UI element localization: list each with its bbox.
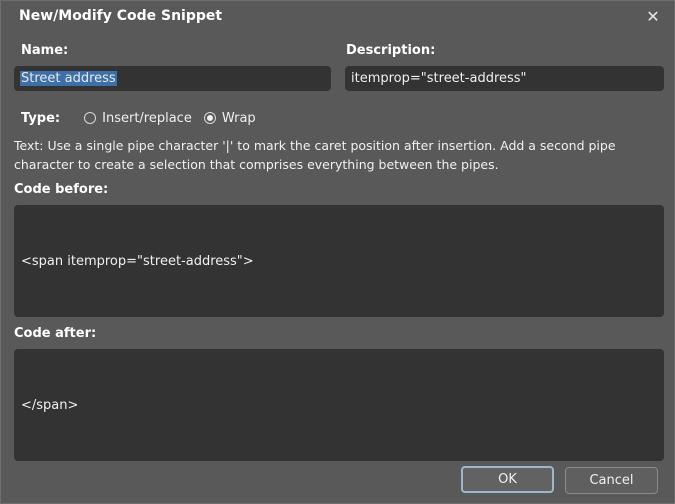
code-before-label: Code before:	[14, 182, 109, 197]
radio-insert-replace-circle[interactable]	[84, 112, 97, 124]
radio-wrap-circle[interactable]	[203, 112, 216, 124]
code-before-editor[interactable]: <span itemprop="street-address">	[14, 205, 664, 317]
code-before-text: <span itemprop="street-address">	[21, 253, 254, 269]
title-bar: New/Modify Code Snippet ✕	[1, 1, 674, 33]
code-after-label: Code after:	[14, 326, 97, 341]
code-snippet-dialog: New/Modify Code Snippet ✕ Name: Street a…	[0, 0, 675, 504]
cancel-button[interactable]: Cancel	[565, 467, 658, 494]
close-icon[interactable]: ✕	[642, 6, 664, 28]
dialog-title: New/Modify Code Snippet	[19, 8, 223, 24]
radio-insert-replace-label: Insert/replace	[102, 110, 192, 126]
name-input[interactable]: Street address	[14, 66, 331, 91]
radio-insert-replace[interactable]: Insert/replace	[84, 111, 192, 126]
code-after-editor[interactable]: </span>	[14, 349, 664, 461]
radio-wrap-label: Wrap	[221, 110, 256, 126]
type-label: Type:	[21, 110, 61, 126]
code-after-text: </span>	[21, 397, 79, 413]
help-text: Text: Use a single pipe character '|' to…	[14, 138, 616, 172]
name-input-value: Street address	[20, 71, 117, 86]
ok-button[interactable]: OK	[461, 466, 554, 493]
type-row: Type: Insert/replace Wrap	[21, 109, 268, 127]
description-input[interactable]: itemprop="street-address"	[345, 66, 664, 91]
radio-wrap[interactable]: Wrap	[203, 110, 256, 126]
name-label: Name:	[21, 43, 69, 58]
description-label: Description:	[346, 43, 436, 58]
description-input-value: itemprop="street-address"	[351, 71, 527, 86]
